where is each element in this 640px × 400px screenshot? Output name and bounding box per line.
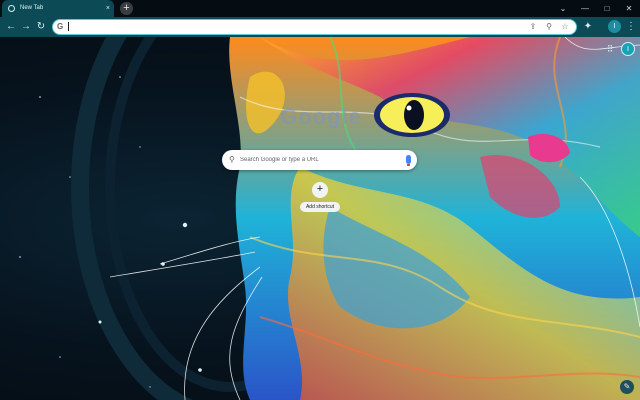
customize-pencil-icon[interactable]: ✎ bbox=[620, 380, 634, 394]
toolbar: ← → ↻ G ⇪ ⚲ ☆ ✦ ⋮ bbox=[0, 17, 640, 37]
search-icon[interactable]: ⚲ bbox=[543, 20, 555, 33]
new-tab-page: ⠿ I Google ⚲ + Add shortcut ✎ bbox=[0, 37, 640, 400]
psychedelic-cat-background bbox=[19, 37, 640, 400]
google-account-avatar[interactable]: I bbox=[621, 42, 635, 56]
google-logo: Google bbox=[280, 104, 362, 129]
bookmark-star-icon[interactable]: ☆ bbox=[559, 20, 571, 33]
add-shortcut-icon[interactable]: + bbox=[312, 182, 328, 198]
tab-title: New Tab bbox=[20, 5, 44, 11]
add-shortcut-tile[interactable]: + Add shortcut bbox=[300, 182, 340, 218]
tab-close-icon[interactable]: × bbox=[106, 0, 110, 17]
ntp-search-box[interactable]: ⚲ bbox=[222, 150, 417, 170]
tab-strip: New Tab × + ⌄ — □ ✕ bbox=[0, 0, 640, 17]
ntp-search-input[interactable] bbox=[240, 154, 400, 166]
back-button[interactable]: ← bbox=[4, 20, 18, 34]
omnibox[interactable]: G ⇪ ⚲ ☆ bbox=[52, 19, 577, 35]
chrome-menu-icon[interactable]: ⋮ bbox=[624, 20, 638, 34]
maximize-button[interactable]: □ bbox=[596, 0, 618, 17]
reload-button[interactable]: ↻ bbox=[34, 20, 48, 34]
chrome-icon bbox=[8, 5, 15, 12]
microphone-icon[interactable] bbox=[406, 155, 411, 166]
forward-button[interactable]: → bbox=[19, 20, 33, 34]
google-apps-icon[interactable]: ⠿ bbox=[604, 43, 616, 55]
omnibox-input[interactable] bbox=[68, 21, 508, 32]
google-icon: G bbox=[57, 22, 64, 31]
new-tab-button[interactable]: + bbox=[120, 2, 133, 15]
close-window-button[interactable]: ✕ bbox=[618, 0, 640, 17]
tab-search-button[interactable]: ⌄ bbox=[552, 0, 574, 17]
search-icon: ⚲ bbox=[229, 155, 235, 164]
extensions-icon[interactable]: ✦ bbox=[581, 20, 595, 34]
tab-new-tab[interactable]: New Tab × bbox=[2, 0, 114, 17]
minimize-button[interactable]: — bbox=[574, 0, 596, 17]
profile-avatar-button[interactable]: I bbox=[608, 20, 621, 33]
text-cursor bbox=[68, 22, 69, 31]
share-icon[interactable]: ⇪ bbox=[527, 20, 539, 33]
add-shortcut-label: Add shortcut bbox=[300, 202, 340, 212]
